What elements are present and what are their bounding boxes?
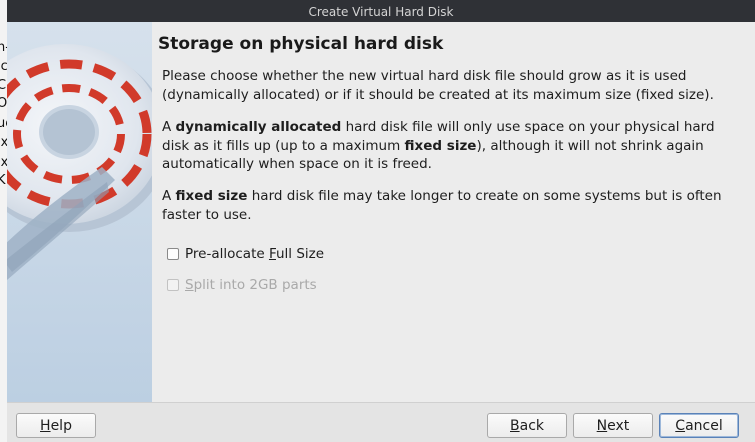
bold-term: dynamically allocated: [175, 119, 342, 135]
mnemonic-letter: F: [268, 246, 276, 262]
label-text: plit into 2GB parts: [193, 277, 317, 293]
background-text-fragment: C: [0, 78, 7, 93]
back-button[interactable]: Back: [487, 413, 567, 438]
split-2gb-option: Split into 2GB parts: [167, 276, 317, 294]
preallocate-checkbox[interactable]: [167, 248, 179, 260]
hard-disk-icon: [7, 22, 152, 402]
background-text-fragment: K: [0, 173, 6, 188]
button-label: ancel: [685, 418, 723, 434]
label-text: Pre-allocate: [185, 246, 269, 262]
bold-term: fixed size: [404, 137, 477, 154]
mnemonic-letter: B: [510, 418, 520, 434]
window-title: Create Virtual Hard Disk: [308, 5, 454, 19]
bold-term: fixed size: [175, 188, 248, 204]
preallocate-full-size-option[interactable]: Pre-allocate Full Size: [167, 245, 324, 263]
mnemonic-letter: C: [675, 418, 686, 434]
button-label: elp: [50, 418, 72, 434]
button-label: ack: [519, 418, 544, 434]
window-titlebar[interactable]: Create Virtual Hard Disk: [7, 0, 755, 22]
label-text: ull Size: [275, 246, 325, 262]
mnemonic-letter: S: [185, 277, 194, 293]
cancel-button[interactable]: Cancel: [659, 413, 739, 438]
mnemonic-letter: H: [40, 418, 51, 434]
button-bar: Help Back Next Cancel: [7, 402, 755, 442]
page-title: Storage on physical hard disk: [158, 34, 444, 54]
wizard-watermark-image: [7, 22, 152, 402]
text-segment: A: [162, 119, 176, 135]
split-label: Split into 2GB parts: [185, 277, 317, 293]
mnemonic-letter: N: [596, 418, 608, 434]
dynamic-allocation-paragraph: A dynamically allocated hard disk file w…: [162, 118, 722, 174]
button-label: ext: [607, 418, 630, 434]
preallocate-label: Pre-allocate Full Size: [185, 246, 324, 262]
help-button[interactable]: Help: [16, 413, 96, 438]
description-paragraph: Please choose whether the new virtual ha…: [162, 68, 714, 103]
split-checkbox: [167, 279, 179, 291]
wizard-dialog: Storage on physical hard disk Please cho…: [7, 22, 755, 442]
screen: n- ic C O ue ix ix K Create Virtual Hard…: [0, 0, 755, 442]
next-button[interactable]: Next: [573, 413, 653, 438]
text-segment: A: [162, 188, 176, 204]
fixed-size-paragraph: A fixed size hard disk file may take lon…: [162, 187, 722, 224]
